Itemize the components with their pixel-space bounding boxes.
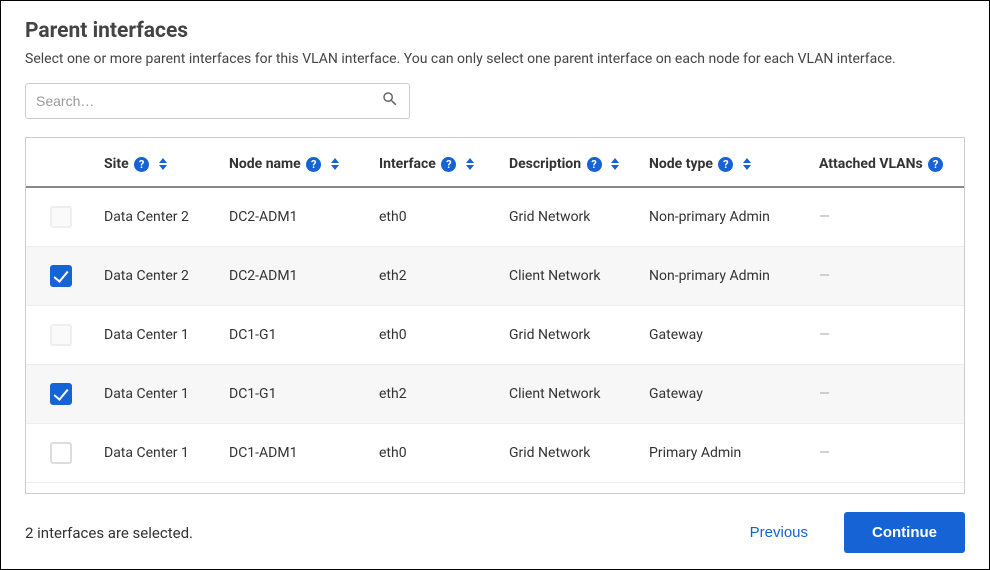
help-icon[interactable]: ? [134,157,149,172]
row-checkbox[interactable] [50,442,72,464]
cell-node-name: DC2-ADM1 [221,247,371,306]
cell-description: Grid Network [501,306,641,365]
sort-icon[interactable] [611,158,619,170]
row-checkbox [50,206,72,228]
sort-icon[interactable] [331,158,339,170]
column-header-checkbox [26,138,96,187]
continue-button[interactable]: Continue [844,512,965,553]
page-title: Parent interfaces [25,19,965,43]
cell-attached-vlans: — [811,187,964,247]
help-icon[interactable]: ? [718,157,733,172]
cell-node-name: DC1-ADM1 [221,424,371,483]
row-checkbox [50,324,72,346]
cell-attached-vlans: — [811,306,964,365]
cell-site: Data Center 2 [96,187,221,247]
help-icon[interactable]: ? [928,157,943,172]
help-icon[interactable]: ? [441,157,456,172]
row-checkbox[interactable] [50,265,72,287]
search-input[interactable] [36,93,381,109]
search-icon [381,90,399,112]
search-field[interactable] [25,83,410,119]
help-icon[interactable]: ? [587,157,602,172]
cell-site: Data Center 1 [96,365,221,424]
column-label: Site [104,156,129,172]
column-header-node-type[interactable]: Node type ? [641,138,811,187]
cell-description: Client Network [501,365,641,424]
sort-icon[interactable] [466,158,474,170]
page-subtitle: Select one or more parent interfaces for… [25,51,965,67]
interfaces-table: Site ? Node name ? Interface ? [26,138,964,483]
cell-node-type: Non-primary Admin [641,187,811,247]
column-header-attached-vlans: Attached VLANs ? [811,138,964,187]
table-row: Data Center 2DC2-ADM1eth2Client NetworkN… [26,247,964,306]
cell-interface: eth0 [371,306,501,365]
interfaces-table-container: Site ? Node name ? Interface ? [25,137,965,494]
cell-interface: eth0 [371,187,501,247]
help-icon[interactable]: ? [306,157,321,172]
cell-site: Data Center 1 [96,306,221,365]
cell-node-name: DC2-ADM1 [221,187,371,247]
cell-description: Grid Network [501,424,641,483]
sort-icon[interactable] [159,158,167,170]
column-header-site[interactable]: Site ? [96,138,221,187]
cell-description: Client Network [501,247,641,306]
cell-node-name: DC1-G1 [221,365,371,424]
column-label: Interface [379,156,436,172]
cell-node-type: Gateway [641,306,811,365]
cell-description: Grid Network [501,187,641,247]
sort-icon[interactable] [743,158,751,170]
row-checkbox[interactable] [50,383,72,405]
cell-site: Data Center 2 [96,247,221,306]
table-row: Data Center 1DC1-ADM1eth0Grid NetworkPri… [26,424,964,483]
previous-button[interactable]: Previous [726,514,832,551]
column-label: Description [509,156,581,172]
table-scroll[interactable]: Site ? Node name ? Interface ? [26,138,964,493]
table-row: Data Center 1DC1-G1eth0Grid NetworkGatew… [26,306,964,365]
column-label: Attached VLANs [819,156,923,172]
footer: 2 interfaces are selected. Previous Cont… [25,494,965,553]
cell-node-type: Non-primary Admin [641,247,811,306]
column-label: Node type [649,156,713,172]
table-row: Data Center 1DC1-G1eth2Client NetworkGat… [26,365,964,424]
column-label: Node name [229,156,301,172]
cell-interface: eth2 [371,247,501,306]
cell-interface: eth0 [371,424,501,483]
cell-site: Data Center 1 [96,424,221,483]
cell-attached-vlans: — [811,365,964,424]
cell-attached-vlans: — [811,247,964,306]
column-header-node-name[interactable]: Node name ? [221,138,371,187]
column-header-interface[interactable]: Interface ? [371,138,501,187]
cell-attached-vlans: — [811,424,964,483]
cell-node-type: Gateway [641,365,811,424]
table-row: Data Center 2DC2-ADM1eth0Grid NetworkNon… [26,187,964,247]
selection-count: 2 interfaces are selected. [25,524,193,542]
column-header-description[interactable]: Description ? [501,138,641,187]
cell-interface: eth2 [371,365,501,424]
cell-node-type: Primary Admin [641,424,811,483]
cell-node-name: DC1-G1 [221,306,371,365]
